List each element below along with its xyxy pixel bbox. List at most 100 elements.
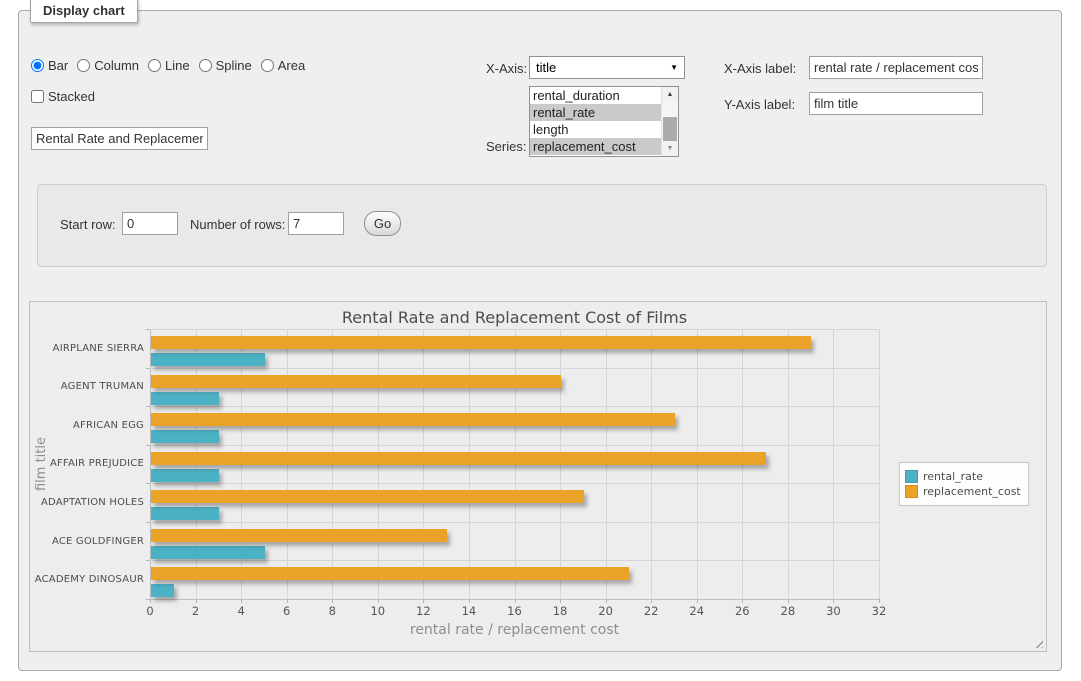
x-axis-select-value: title	[536, 60, 556, 75]
chart-type-radio-line[interactable]	[148, 59, 161, 72]
scroll-down-icon[interactable]: ▼	[662, 141, 678, 156]
bar-rental_rate	[151, 469, 219, 482]
series-option-replacement_cost[interactable]: replacement_cost	[530, 138, 661, 155]
category-label: AIRPLANE SIERRA	[30, 329, 144, 368]
chart-plot-area	[150, 329, 879, 599]
chart-type-radio-column[interactable]	[77, 59, 90, 72]
category-label: ACADEMY DINOSAUR	[30, 560, 144, 599]
gridline-vertical	[833, 329, 834, 599]
series-option-rental_duration[interactable]: rental_duration	[530, 87, 661, 104]
gridline-horizontal	[150, 522, 879, 523]
x-tick-label: 16	[497, 604, 533, 618]
bar-replacement_cost	[151, 375, 561, 388]
x-axis-label: X-Axis:	[486, 61, 527, 76]
number-of-rows-input[interactable]	[288, 212, 344, 235]
series-option-rental_rate[interactable]: rental_rate	[530, 104, 661, 121]
category-label: AFFAIR PREJUDICE	[30, 445, 144, 484]
chart-x-axis-title: rental rate / replacement cost	[150, 622, 879, 638]
chart-type-option-line[interactable]: Line	[148, 58, 190, 73]
chart-legend: rental_rate replacement_cost	[899, 462, 1029, 506]
x-tick-label: 0	[132, 604, 168, 618]
bar-rental_rate	[151, 546, 265, 559]
resize-handle-icon[interactable]	[1032, 637, 1043, 648]
chart-type-option-spline[interactable]: Spline	[199, 58, 252, 73]
y-tick-mark	[146, 599, 150, 600]
chart-type-option-column[interactable]: Column	[77, 58, 139, 73]
x-tick-label: 14	[451, 604, 487, 618]
x-tick-label: 10	[360, 604, 396, 618]
x-tick-label: 6	[269, 604, 305, 618]
x-tick-label: 20	[588, 604, 624, 618]
series-listbox[interactable]: rental_durationrental_ratelengthreplacem…	[529, 86, 679, 157]
chart-type-label: Column	[94, 58, 139, 73]
start-row-input[interactable]	[122, 212, 178, 235]
row-controls-panel: Start row: Number of rows: Go	[37, 184, 1047, 267]
number-of-rows-label: Number of rows:	[190, 217, 285, 232]
y-axis-label-field-label: Y-Axis label:	[724, 97, 795, 112]
legend-swatch-replacement_cost	[905, 485, 918, 498]
legend-label: rental_rate	[923, 470, 983, 483]
x-tick-label: 18	[542, 604, 578, 618]
stacked-checkbox[interactable]	[31, 90, 44, 103]
y-tick-mark	[146, 483, 150, 484]
start-row-label: Start row:	[60, 217, 116, 232]
y-tick-mark	[146, 406, 150, 407]
chart-type-radio-spline[interactable]	[199, 59, 212, 72]
y-tick-mark	[146, 329, 150, 330]
fieldset-legend: Display chart	[30, 0, 138, 23]
chart-type-label: Line	[165, 58, 190, 73]
bar-rental_rate	[151, 392, 219, 405]
scrollbar-thumb[interactable]	[663, 117, 677, 141]
chart-type-radio-group: Bar Column Line Spline Area	[31, 58, 314, 73]
bar-replacement_cost	[151, 567, 629, 580]
gridline-horizontal	[150, 483, 879, 484]
x-tick-label: 24	[679, 604, 715, 618]
bar-replacement_cost	[151, 490, 584, 503]
chart-title-input[interactable]	[31, 127, 208, 150]
y-tick-mark	[146, 368, 150, 369]
display-chart-fieldset: Display chart BarColumnLineSplineArea St…	[18, 10, 1062, 671]
gridline-horizontal	[150, 560, 879, 561]
category-label: ADAPTATION HOLES	[30, 483, 144, 522]
chart-type-radio-bar[interactable]	[31, 59, 44, 72]
stacked-checkbox-row[interactable]: Stacked	[31, 89, 95, 104]
x-tick-label: 22	[633, 604, 669, 618]
listbox-scrollbar[interactable]: ▲ ▼	[661, 87, 678, 156]
chart-container: Rental Rate and Replacement Cost of Film…	[29, 301, 1047, 652]
category-label: AGENT TRUMAN	[30, 368, 144, 407]
x-tick-label: 12	[405, 604, 441, 618]
chart-type-option-bar[interactable]: Bar	[31, 58, 68, 73]
chart-title: Rental Rate and Replacement Cost of Film…	[150, 308, 879, 327]
bar-replacement_cost	[151, 529, 447, 542]
y-tick-mark	[146, 445, 150, 446]
gridline-horizontal	[150, 599, 879, 600]
gridline-horizontal	[150, 406, 879, 407]
y-tick-mark	[146, 522, 150, 523]
chart-type-radio-area[interactable]	[261, 59, 274, 72]
series-label: Series:	[486, 139, 526, 154]
chart-type-option-area[interactable]: Area	[261, 58, 305, 73]
y-axis-label-input[interactable]	[809, 92, 983, 115]
x-axis-label-field-label: X-Axis label:	[724, 61, 796, 76]
x-tick-label: 32	[861, 604, 897, 618]
category-label: AFRICAN EGG	[30, 406, 144, 445]
series-option-length[interactable]: length	[530, 121, 661, 138]
category-label: ACE GOLDFINGER	[30, 522, 144, 561]
bar-rental_rate	[151, 430, 219, 443]
x-axis-label-input[interactable]	[809, 56, 983, 79]
gridline-horizontal	[150, 368, 879, 369]
bar-rental_rate	[151, 584, 174, 597]
bar-replacement_cost	[151, 452, 766, 465]
go-button[interactable]: Go	[364, 211, 401, 236]
x-tick-label: 28	[770, 604, 806, 618]
chart-type-label: Bar	[48, 58, 68, 73]
x-tick-label: 4	[223, 604, 259, 618]
legend-entry: replacement_cost	[905, 485, 1021, 498]
chart-type-label: Spline	[216, 58, 252, 73]
scroll-up-icon[interactable]: ▲	[662, 87, 678, 102]
legend-label: replacement_cost	[923, 485, 1021, 498]
x-tick-label: 30	[815, 604, 851, 618]
legend-swatch-rental_rate	[905, 470, 918, 483]
gridline-vertical	[879, 329, 880, 599]
x-axis-select[interactable]: title ▼	[529, 56, 685, 79]
